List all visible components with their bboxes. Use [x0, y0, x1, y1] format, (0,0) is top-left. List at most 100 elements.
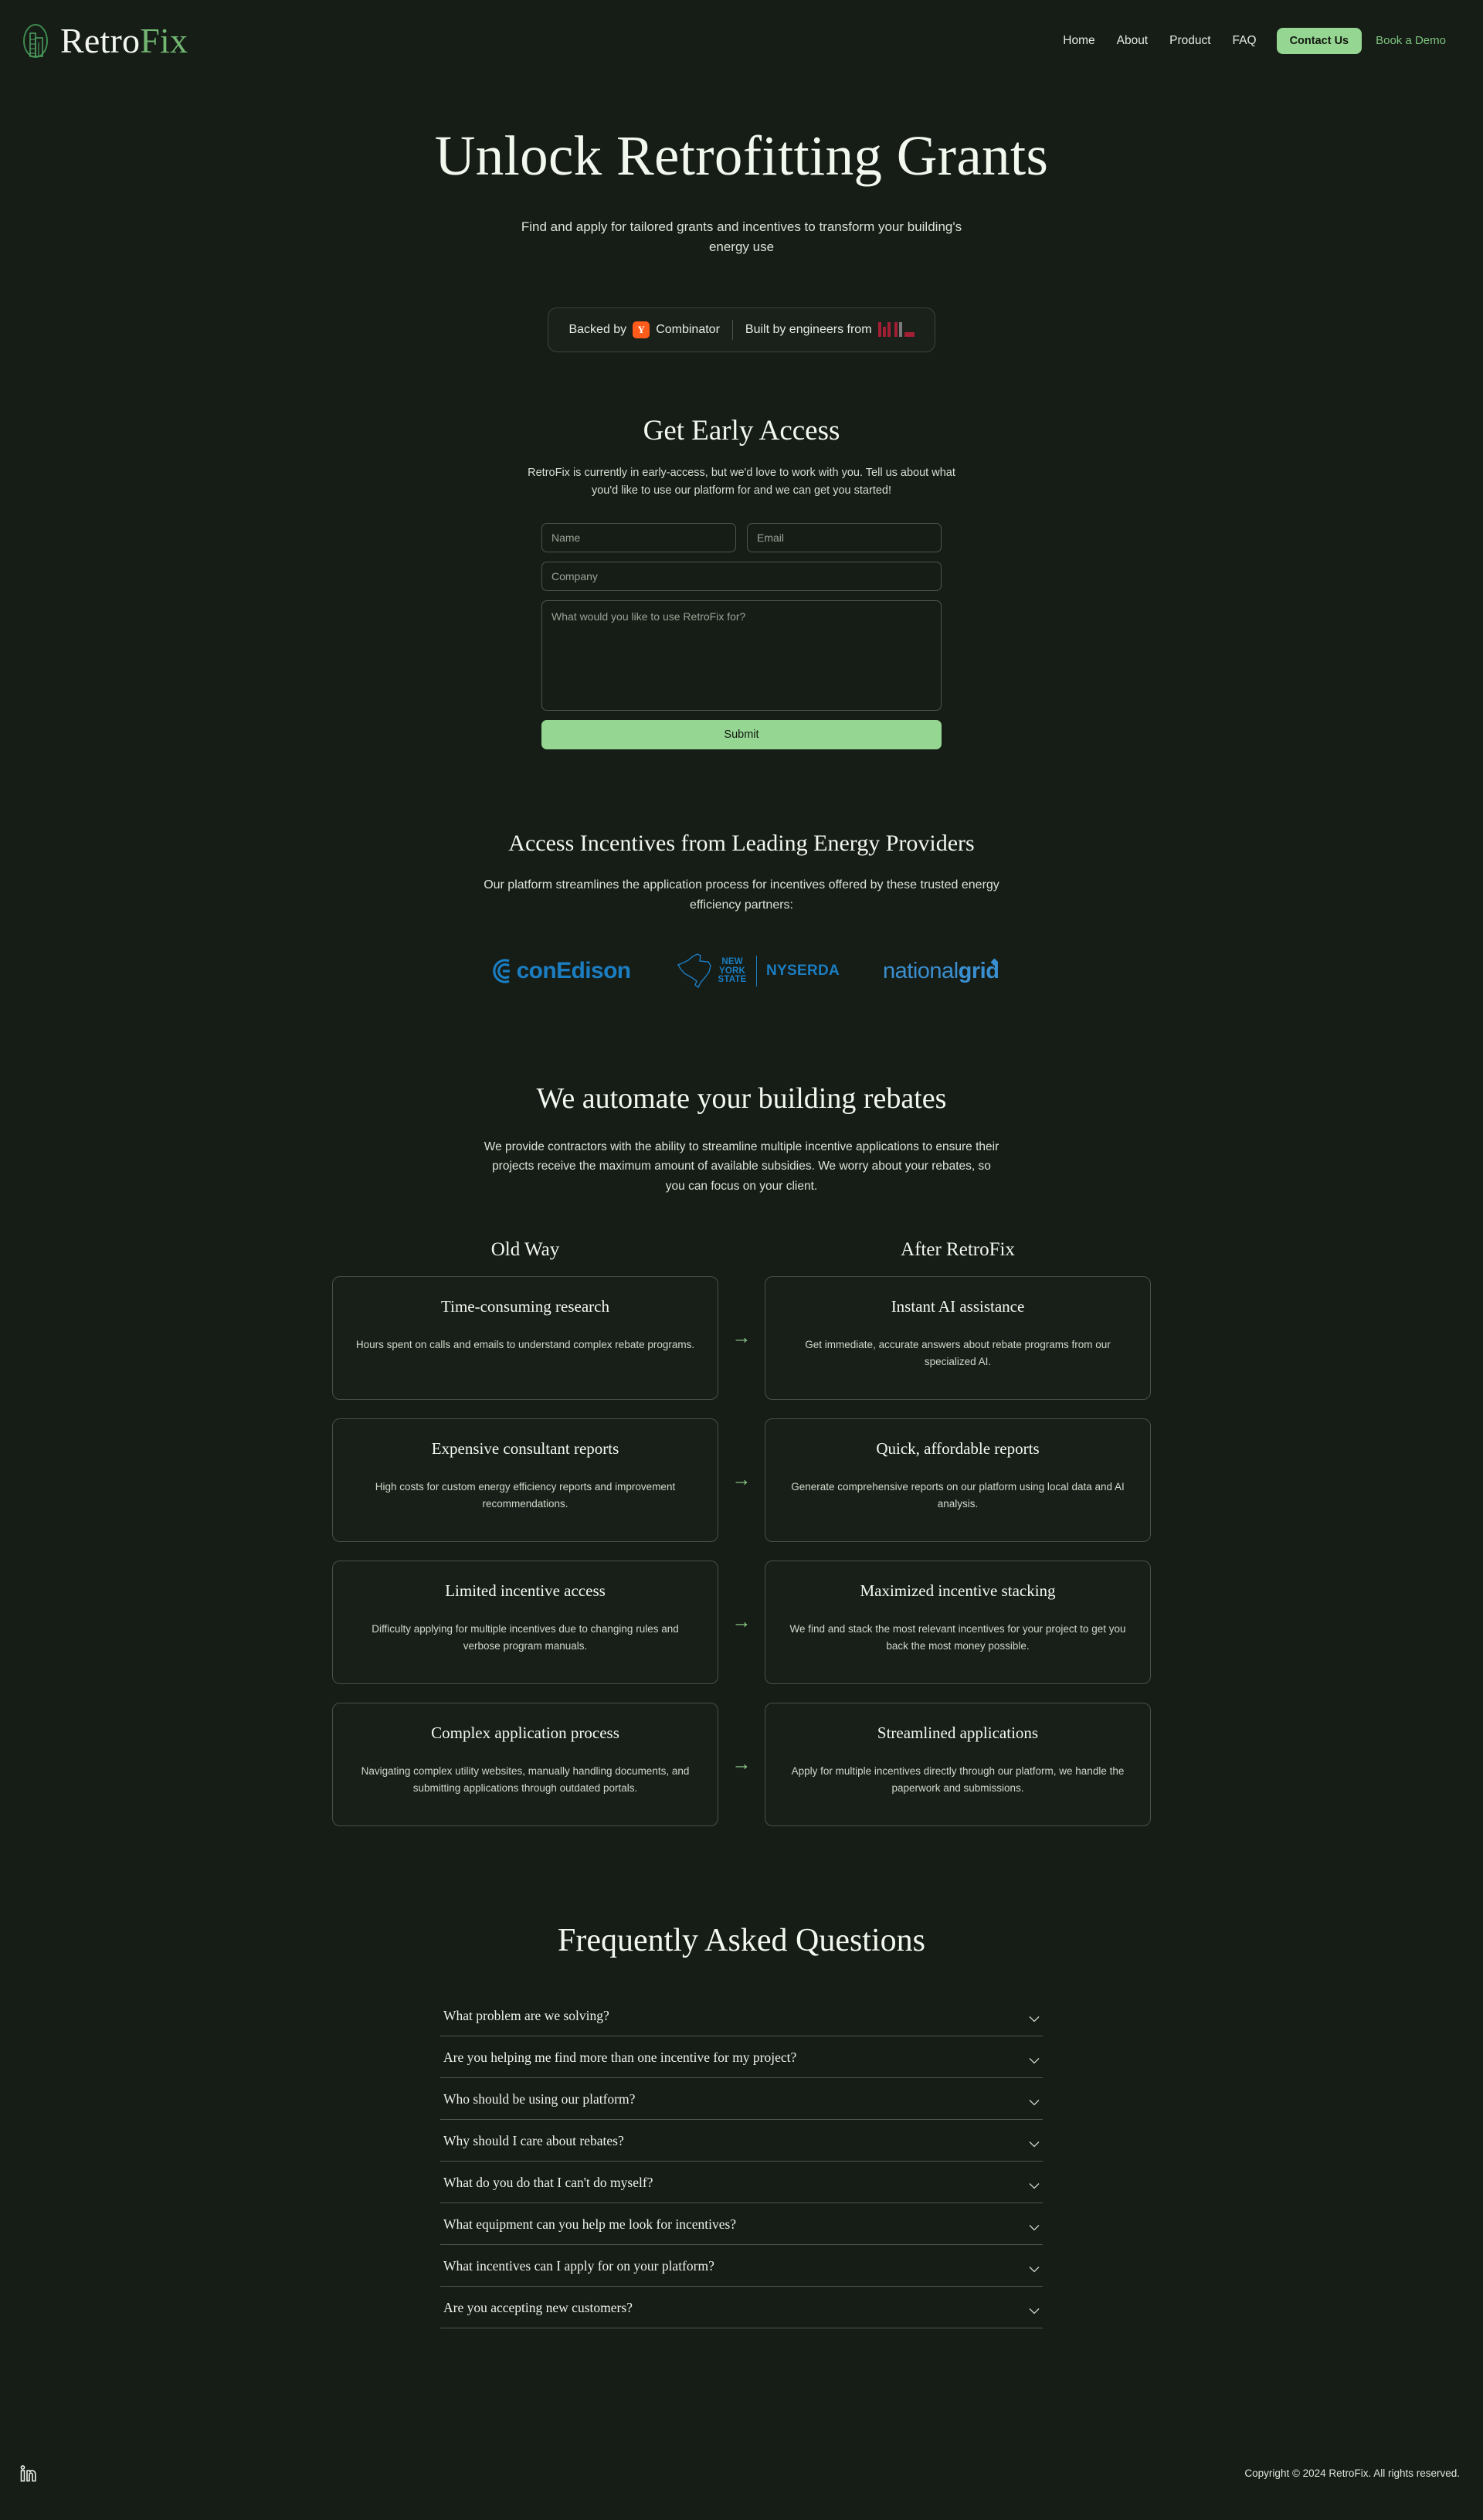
chevron-down-icon[interactable]	[1029, 2054, 1040, 2064]
site-header: RetroFix Home About Product FAQ Contact …	[0, 0, 1483, 81]
faq-item[interactable]: Why should I care about rebates?	[440, 2120, 1043, 2162]
column-header-old-way: Old Way	[490, 1238, 560, 1260]
providers-subtitle: Our platform streamlines the application…	[484, 878, 999, 912]
faq-section: Frequently Asked Questions What problem …	[0, 1922, 1483, 2328]
after-retrofix-card: Instant AI assistance Get immediate, acc…	[765, 1275, 1151, 1400]
old-way-card: Limited incentive access Difficulty appl…	[332, 1560, 718, 1684]
card-title: Complex application process	[431, 1723, 619, 1742]
name-input[interactable]	[541, 523, 736, 553]
card-title: Quick, affordable reports	[876, 1438, 1040, 1458]
chevron-down-icon[interactable]	[1029, 2096, 1040, 2106]
conedison-wordmark: conEdison	[516, 958, 632, 984]
brand-logo[interactable]: RetroFix	[19, 19, 188, 63]
automate-subtitle: We provide contractors with the ability …	[484, 1140, 999, 1193]
linkedin-icon[interactable]	[20, 2464, 37, 2482]
arrow-right-icon: →	[731, 1469, 752, 1491]
nyserda-logo: NEW YORK STATE NYSERDA	[674, 952, 840, 990]
name-email-row	[541, 523, 942, 553]
nav-item-about[interactable]: About	[1106, 29, 1159, 53]
building-circle-icon	[19, 19, 53, 63]
arrow-right-icon: →	[731, 1753, 752, 1775]
brand-name-white: Retro	[60, 20, 141, 60]
hero-subtitle: Find and apply for tailored grants and i…	[521, 219, 962, 255]
conedison-icon	[486, 958, 512, 984]
new-york-state-words: NEW YORK STATE	[718, 956, 747, 985]
chevron-down-icon[interactable]	[1029, 2304, 1040, 2315]
backed-by-yc-badge: Backed by Y Combinator	[568, 321, 720, 338]
arrow-right-icon: →	[731, 1611, 752, 1633]
faq-question: Are you accepting new customers?	[443, 2299, 633, 2315]
comparison-row: Complex application process Navigating c…	[332, 1702, 1151, 1826]
card-title: Instant AI assistance	[891, 1296, 1025, 1316]
providers-title: Access Incentives from Leading Energy Pr…	[508, 830, 975, 857]
combinator-label: Combinator	[656, 322, 720, 336]
after-retrofix-card: Quick, affordable reports Generate compr…	[765, 1418, 1151, 1542]
faq-item[interactable]: Who should be using our platform?	[440, 2078, 1043, 2120]
nav-item-faq[interactable]: FAQ	[1222, 29, 1268, 53]
brand-name-green: Fix	[140, 20, 188, 60]
chevron-down-icon[interactable]	[1029, 2221, 1040, 2231]
early-access-section: Get Early Access RetroFix is currently i…	[0, 414, 1483, 750]
nav-item-home[interactable]: Home	[1052, 29, 1105, 53]
site-footer: Copyright © 2024 RetroFix. All rights re…	[0, 2427, 1483, 2520]
card-title: Streamlined applications	[877, 1723, 1039, 1742]
comparison-row: Time-consuming research Hours spent on c…	[332, 1275, 1151, 1400]
card-description: Generate comprehensive reports on our pl…	[791, 1480, 1125, 1510]
contact-us-button[interactable]: Contact Us	[1276, 27, 1363, 54]
card-description: Hours spent on calls and emails to under…	[355, 1338, 695, 1350]
comparison-grid: Old Way After RetroFix Time-consuming re…	[332, 1239, 1151, 1826]
nyserda-wordmark: NYSERDA	[766, 963, 840, 980]
old-way-card: Time-consuming research Hours spent on c…	[332, 1275, 718, 1400]
faq-item[interactable]: What incentives can I apply for on your …	[440, 2245, 1043, 2287]
card-description: Difficulty applying for multiple incenti…	[372, 1622, 679, 1652]
comparison-headers: Old Way After RetroFix	[332, 1239, 1151, 1261]
faq-item[interactable]: What equipment can you help me look for …	[440, 2203, 1043, 2245]
card-description: Get immediate, accurate answers about re…	[805, 1338, 1111, 1367]
main-navigation: Home About Product FAQ Contact Us Book a…	[1052, 27, 1460, 54]
message-textarea[interactable]	[541, 600, 942, 712]
submit-button[interactable]: Submit	[541, 720, 942, 750]
early-access-form: Submit	[541, 523, 942, 750]
old-way-card: Expensive consultant reports High costs …	[332, 1418, 718, 1542]
comparison-row: Expensive consultant reports High costs …	[332, 1418, 1151, 1542]
automate-rebates-section: We automate your building rebates We pro…	[0, 1082, 1483, 1826]
faq-question: Who should be using our platform?	[443, 2090, 636, 2107]
after-retrofix-card: Maximized incentive stacking We find and…	[765, 1560, 1151, 1684]
copyright-text: Copyright © 2024 RetroFix. All rights re…	[1244, 2467, 1460, 2480]
hero-section: Unlock Retrofitting Grants Find and appl…	[0, 81, 1483, 258]
new-york-state-icon: NEW YORK STATE	[674, 952, 747, 990]
chevron-down-icon[interactable]	[1029, 2138, 1040, 2148]
chevron-down-icon[interactable]	[1029, 2012, 1040, 2022]
nys-line3: STATE	[718, 975, 747, 985]
faq-question: What do you do that I can't do myself?	[443, 2174, 653, 2190]
page-title: Unlock Retrofitting Grants	[434, 124, 1049, 187]
faq-item[interactable]: Are you accepting new customers?	[440, 2287, 1043, 2328]
conedison-logo: conEdison	[486, 958, 631, 984]
nationalgrid-light: national	[883, 958, 959, 983]
backed-by-label: Backed by	[568, 322, 627, 336]
faq-title: Frequently Asked Questions	[558, 1922, 925, 1958]
card-description: High costs for custom energy efficiency …	[375, 1480, 676, 1510]
credibility-badges: Backed by Y Combinator Built by engineer…	[0, 307, 1483, 352]
chevron-down-icon[interactable]	[1029, 2263, 1040, 2273]
faq-question: What problem are we solving?	[443, 2007, 609, 2023]
provider-logos: conEdison NEW YORK STATE NYSERDA nationa…	[0, 952, 1483, 990]
built-by-label: Built by engineers from	[745, 322, 872, 336]
faq-question: What equipment can you help me look for …	[443, 2216, 737, 2232]
faq-item[interactable]: What do you do that I can't do myself?	[440, 2162, 1043, 2203]
chevron-down-icon[interactable]	[1029, 2179, 1040, 2189]
company-input[interactable]	[541, 562, 942, 592]
nys-line1: NEW	[721, 956, 743, 966]
email-input[interactable]	[747, 523, 942, 553]
after-retrofix-card: Streamlined applications Apply for multi…	[765, 1702, 1151, 1826]
card-title: Expensive consultant reports	[431, 1438, 619, 1458]
ycombinator-icon: Y	[633, 321, 650, 338]
early-access-title: Get Early Access	[643, 414, 840, 447]
nationalgrid-logo: national grid	[883, 958, 999, 984]
faq-item[interactable]: Are you helping me find more than one in…	[440, 2036, 1043, 2078]
card-title: Time-consuming research	[441, 1296, 609, 1316]
faq-item[interactable]: What problem are we solving?	[440, 1995, 1043, 2036]
nav-item-product[interactable]: Product	[1159, 29, 1221, 53]
faq-question: Why should I care about rebates?	[443, 2132, 624, 2148]
book-a-demo-link[interactable]: Book a Demo	[1369, 29, 1452, 52]
